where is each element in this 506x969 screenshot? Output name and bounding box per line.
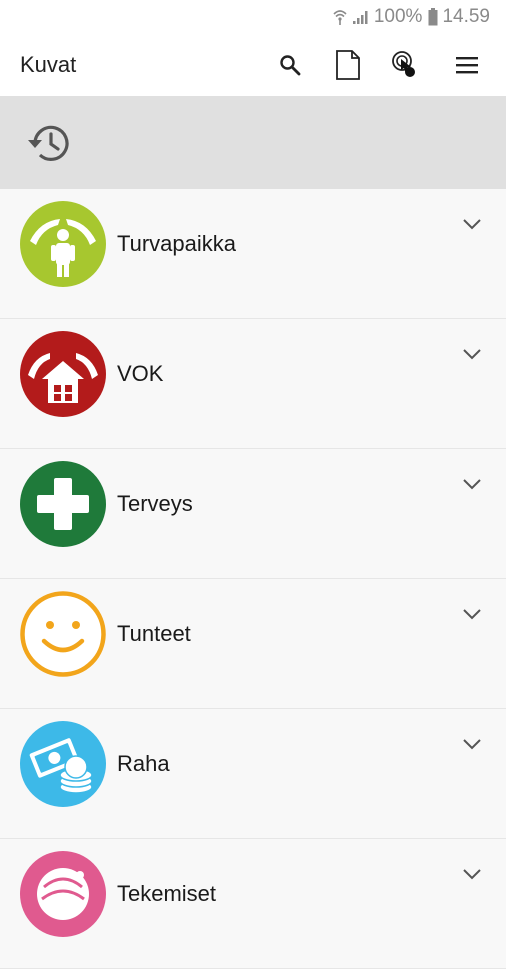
battery-icon (428, 8, 438, 26)
document-button[interactable] (329, 46, 367, 84)
category-label: Terveys (117, 491, 193, 516)
shelter-person-icon (20, 201, 106, 287)
chevron-down-icon[interactable] (462, 217, 482, 231)
history-icon (28, 125, 69, 161)
signal-icon (352, 9, 370, 25)
chevron-down-icon[interactable] (462, 477, 482, 491)
money-icon (20, 721, 106, 807)
category-label: VOK (117, 361, 164, 386)
chevron-down-icon[interactable] (462, 607, 482, 621)
category-label: Tunteet (117, 621, 191, 646)
chevron-down-icon[interactable] (462, 737, 482, 751)
list-item[interactable]: Tekemiset (0, 839, 506, 969)
touch-icon (392, 51, 415, 77)
category-label: Tekemiset (117, 881, 217, 906)
page-title: Kuvat (20, 52, 77, 77)
wifi-icon (332, 8, 348, 26)
list-item[interactable]: Raha (0, 709, 506, 839)
menu-button[interactable] (448, 46, 486, 84)
document-icon (336, 50, 360, 80)
house-hands-icon (20, 331, 106, 417)
history-bar (0, 96, 506, 189)
history-button[interactable] (24, 118, 74, 168)
category-label: Turvapaikka (117, 231, 237, 256)
health-cross-icon (20, 461, 106, 547)
chevron-down-icon[interactable] (462, 867, 482, 881)
category-label: Raha (117, 751, 170, 776)
list-item[interactable]: Terveys (0, 449, 506, 579)
app-bar: Kuvat (0, 34, 506, 96)
menu-icon (456, 57, 478, 74)
clock: 14.59 (442, 6, 490, 27)
search-button[interactable] (271, 46, 309, 84)
status-bar: 100% 14.59 (0, 0, 506, 34)
smiley-icon (20, 591, 106, 677)
search-icon (280, 55, 301, 76)
list-item[interactable]: VOK (0, 319, 506, 449)
list-item[interactable]: Turvapaikka (0, 189, 506, 319)
touch-button[interactable] (387, 46, 425, 84)
chevron-down-icon[interactable] (462, 347, 482, 361)
activities-icon (20, 851, 106, 937)
category-list: Turvapaikka VOK Terveys Tunteet Raha Tek… (0, 189, 506, 969)
battery-percent: 100% (373, 6, 423, 27)
list-item[interactable]: Tunteet (0, 579, 506, 709)
